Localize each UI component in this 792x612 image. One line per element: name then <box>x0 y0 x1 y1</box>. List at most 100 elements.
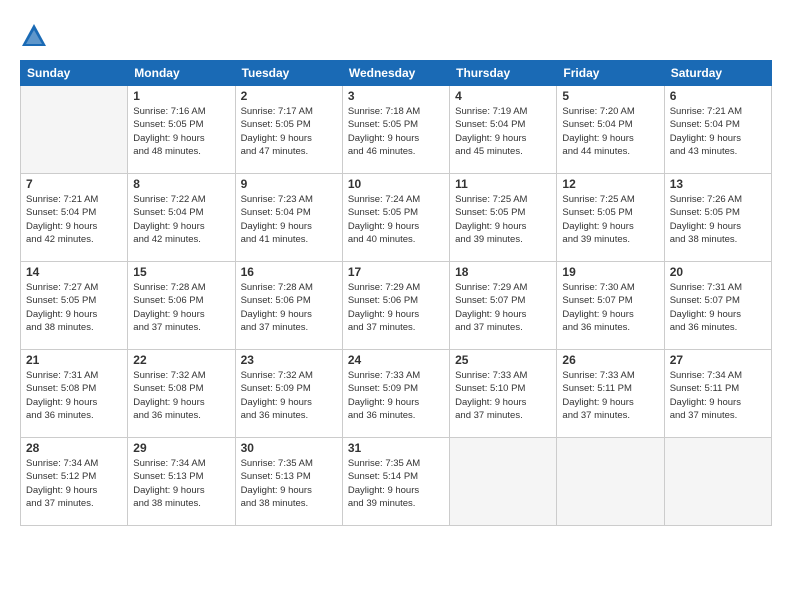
day-number: 9 <box>241 177 337 191</box>
calendar-cell: 18 Sunrise: 7:29 AM Sunset: 5:07 PM Dayli… <box>450 262 557 350</box>
header <box>20 18 772 50</box>
calendar-cell: 31 Sunrise: 7:35 AM Sunset: 5:14 PM Dayli… <box>342 438 449 526</box>
day-number: 29 <box>133 441 229 455</box>
week-row: 28 Sunrise: 7:34 AM Sunset: 5:12 PM Dayli… <box>21 438 772 526</box>
day-number: 16 <box>241 265 337 279</box>
day-of-week-header: Saturday <box>664 61 771 86</box>
day-number: 26 <box>562 353 658 367</box>
calendar-cell: 30 Sunrise: 7:35 AM Sunset: 5:13 PM Dayli… <box>235 438 342 526</box>
day-info: Sunrise: 7:30 AM Sunset: 5:07 PM Dayligh… <box>562 281 658 334</box>
day-info: Sunrise: 7:33 AM Sunset: 5:10 PM Dayligh… <box>455 369 551 422</box>
week-row: 7 Sunrise: 7:21 AM Sunset: 5:04 PM Daylig… <box>21 174 772 262</box>
calendar-cell <box>557 438 664 526</box>
day-info: Sunrise: 7:32 AM Sunset: 5:09 PM Dayligh… <box>241 369 337 422</box>
day-number: 15 <box>133 265 229 279</box>
day-info: Sunrise: 7:34 AM Sunset: 5:12 PM Dayligh… <box>26 457 122 510</box>
calendar-cell: 3Sunrise: 7:18 AM Sunset: 5:05 PM Daylig… <box>342 86 449 174</box>
week-row: 1 Sunrise: 7:16 AM Sunset: 5:05 PM Daylig… <box>21 86 772 174</box>
day-info: Sunrise: 7:29 AM Sunset: 5:06 PM Dayligh… <box>348 281 444 334</box>
day-info: Sunrise: 7:20 AM Sunset: 5:04 PM Dayligh… <box>562 105 658 158</box>
logo-icon <box>20 22 48 50</box>
day-number: 28 <box>26 441 122 455</box>
day-info: Sunrise: 7:32 AM Sunset: 5:08 PM Dayligh… <box>133 369 229 422</box>
calendar-cell: 12Sunrise: 7:25 AM Sunset: 5:05 PM Dayli… <box>557 174 664 262</box>
calendar-cell: 1 Sunrise: 7:16 AM Sunset: 5:05 PM Daylig… <box>128 86 235 174</box>
day-number: 7 <box>26 177 122 191</box>
day-number: 13 <box>670 177 766 191</box>
day-number: 5 <box>562 89 658 103</box>
calendar-cell: 25 Sunrise: 7:33 AM Sunset: 5:10 PM Dayli… <box>450 350 557 438</box>
page: SundayMondayTuesdayWednesdayThursdayFrid… <box>0 0 792 612</box>
day-number: 20 <box>670 265 766 279</box>
day-of-week-header: Sunday <box>21 61 128 86</box>
calendar-cell: 24 Sunrise: 7:33 AM Sunset: 5:09 PM Dayli… <box>342 350 449 438</box>
calendar-cell: 26 Sunrise: 7:33 AM Sunset: 5:11 PM Dayli… <box>557 350 664 438</box>
calendar-cell: 14Sunrise: 7:27 AM Sunset: 5:05 PM Dayli… <box>21 262 128 350</box>
calendar-cell: 16Sunrise: 7:28 AM Sunset: 5:06 PM Dayli… <box>235 262 342 350</box>
logo <box>20 22 52 50</box>
day-number: 23 <box>241 353 337 367</box>
day-info: Sunrise: 7:23 AM Sunset: 5:04 PM Dayligh… <box>241 193 337 246</box>
day-number: 21 <box>26 353 122 367</box>
calendar-cell: 4Sunrise: 7:19 AM Sunset: 5:04 PM Daylig… <box>450 86 557 174</box>
day-info: Sunrise: 7:33 AM Sunset: 5:11 PM Dayligh… <box>562 369 658 422</box>
day-info: Sunrise: 7:21 AM Sunset: 5:04 PM Dayligh… <box>26 193 122 246</box>
calendar-cell: 8 Sunrise: 7:22 AM Sunset: 5:04 PM Daylig… <box>128 174 235 262</box>
calendar-cell: 7 Sunrise: 7:21 AM Sunset: 5:04 PM Daylig… <box>21 174 128 262</box>
calendar-cell: 17Sunrise: 7:29 AM Sunset: 5:06 PM Dayli… <box>342 262 449 350</box>
calendar-cell: 20 Sunrise: 7:31 AM Sunset: 5:07 PM Dayli… <box>664 262 771 350</box>
day-info: Sunrise: 7:35 AM Sunset: 5:13 PM Dayligh… <box>241 457 337 510</box>
day-number: 6 <box>670 89 766 103</box>
day-info: Sunrise: 7:26 AM Sunset: 5:05 PM Dayligh… <box>670 193 766 246</box>
calendar-cell: 5 Sunrise: 7:20 AM Sunset: 5:04 PM Daylig… <box>557 86 664 174</box>
days-header-row: SundayMondayTuesdayWednesdayThursdayFrid… <box>21 61 772 86</box>
day-info: Sunrise: 7:33 AM Sunset: 5:09 PM Dayligh… <box>348 369 444 422</box>
day-info: Sunrise: 7:27 AM Sunset: 5:05 PM Dayligh… <box>26 281 122 334</box>
calendar-cell: 9 Sunrise: 7:23 AM Sunset: 5:04 PM Daylig… <box>235 174 342 262</box>
day-number: 18 <box>455 265 551 279</box>
calendar-table: SundayMondayTuesdayWednesdayThursdayFrid… <box>20 60 772 526</box>
calendar-cell: 19Sunrise: 7:30 AM Sunset: 5:07 PM Dayli… <box>557 262 664 350</box>
calendar-cell: 15Sunrise: 7:28 AM Sunset: 5:06 PM Dayli… <box>128 262 235 350</box>
day-number: 1 <box>133 89 229 103</box>
calendar-cell: 13 Sunrise: 7:26 AM Sunset: 5:05 PM Dayli… <box>664 174 771 262</box>
day-info: Sunrise: 7:35 AM Sunset: 5:14 PM Dayligh… <box>348 457 444 510</box>
calendar-cell: 22 Sunrise: 7:32 AM Sunset: 5:08 PM Dayli… <box>128 350 235 438</box>
day-number: 25 <box>455 353 551 367</box>
day-info: Sunrise: 7:22 AM Sunset: 5:04 PM Dayligh… <box>133 193 229 246</box>
day-number: 27 <box>670 353 766 367</box>
day-info: Sunrise: 7:34 AM Sunset: 5:11 PM Dayligh… <box>670 369 766 422</box>
calendar-cell <box>664 438 771 526</box>
day-number: 31 <box>348 441 444 455</box>
calendar-cell: 10 Sunrise: 7:24 AM Sunset: 5:05 PM Dayli… <box>342 174 449 262</box>
day-of-week-header: Wednesday <box>342 61 449 86</box>
week-row: 14Sunrise: 7:27 AM Sunset: 5:05 PM Dayli… <box>21 262 772 350</box>
calendar-cell: 11Sunrise: 7:25 AM Sunset: 5:05 PM Dayli… <box>450 174 557 262</box>
day-info: Sunrise: 7:31 AM Sunset: 5:07 PM Dayligh… <box>670 281 766 334</box>
day-info: Sunrise: 7:19 AM Sunset: 5:04 PM Dayligh… <box>455 105 551 158</box>
day-info: Sunrise: 7:34 AM Sunset: 5:13 PM Dayligh… <box>133 457 229 510</box>
day-info: Sunrise: 7:25 AM Sunset: 5:05 PM Dayligh… <box>562 193 658 246</box>
calendar-cell: 2Sunrise: 7:17 AM Sunset: 5:05 PM Daylig… <box>235 86 342 174</box>
day-number: 24 <box>348 353 444 367</box>
day-info: Sunrise: 7:25 AM Sunset: 5:05 PM Dayligh… <box>455 193 551 246</box>
calendar-cell: 28 Sunrise: 7:34 AM Sunset: 5:12 PM Dayli… <box>21 438 128 526</box>
calendar-cell: 23 Sunrise: 7:32 AM Sunset: 5:09 PM Dayli… <box>235 350 342 438</box>
day-number: 22 <box>133 353 229 367</box>
day-of-week-header: Tuesday <box>235 61 342 86</box>
day-info: Sunrise: 7:29 AM Sunset: 5:07 PM Dayligh… <box>455 281 551 334</box>
calendar-cell: 21Sunrise: 7:31 AM Sunset: 5:08 PM Dayli… <box>21 350 128 438</box>
week-row: 21Sunrise: 7:31 AM Sunset: 5:08 PM Dayli… <box>21 350 772 438</box>
calendar-cell <box>21 86 128 174</box>
day-info: Sunrise: 7:24 AM Sunset: 5:05 PM Dayligh… <box>348 193 444 246</box>
day-number: 30 <box>241 441 337 455</box>
calendar-cell: 27 Sunrise: 7:34 AM Sunset: 5:11 PM Dayli… <box>664 350 771 438</box>
day-of-week-header: Thursday <box>450 61 557 86</box>
day-of-week-header: Friday <box>557 61 664 86</box>
calendar-cell: 29 Sunrise: 7:34 AM Sunset: 5:13 PM Dayli… <box>128 438 235 526</box>
day-number: 8 <box>133 177 229 191</box>
day-info: Sunrise: 7:16 AM Sunset: 5:05 PM Dayligh… <box>133 105 229 158</box>
day-number: 10 <box>348 177 444 191</box>
day-number: 3 <box>348 89 444 103</box>
day-number: 2 <box>241 89 337 103</box>
